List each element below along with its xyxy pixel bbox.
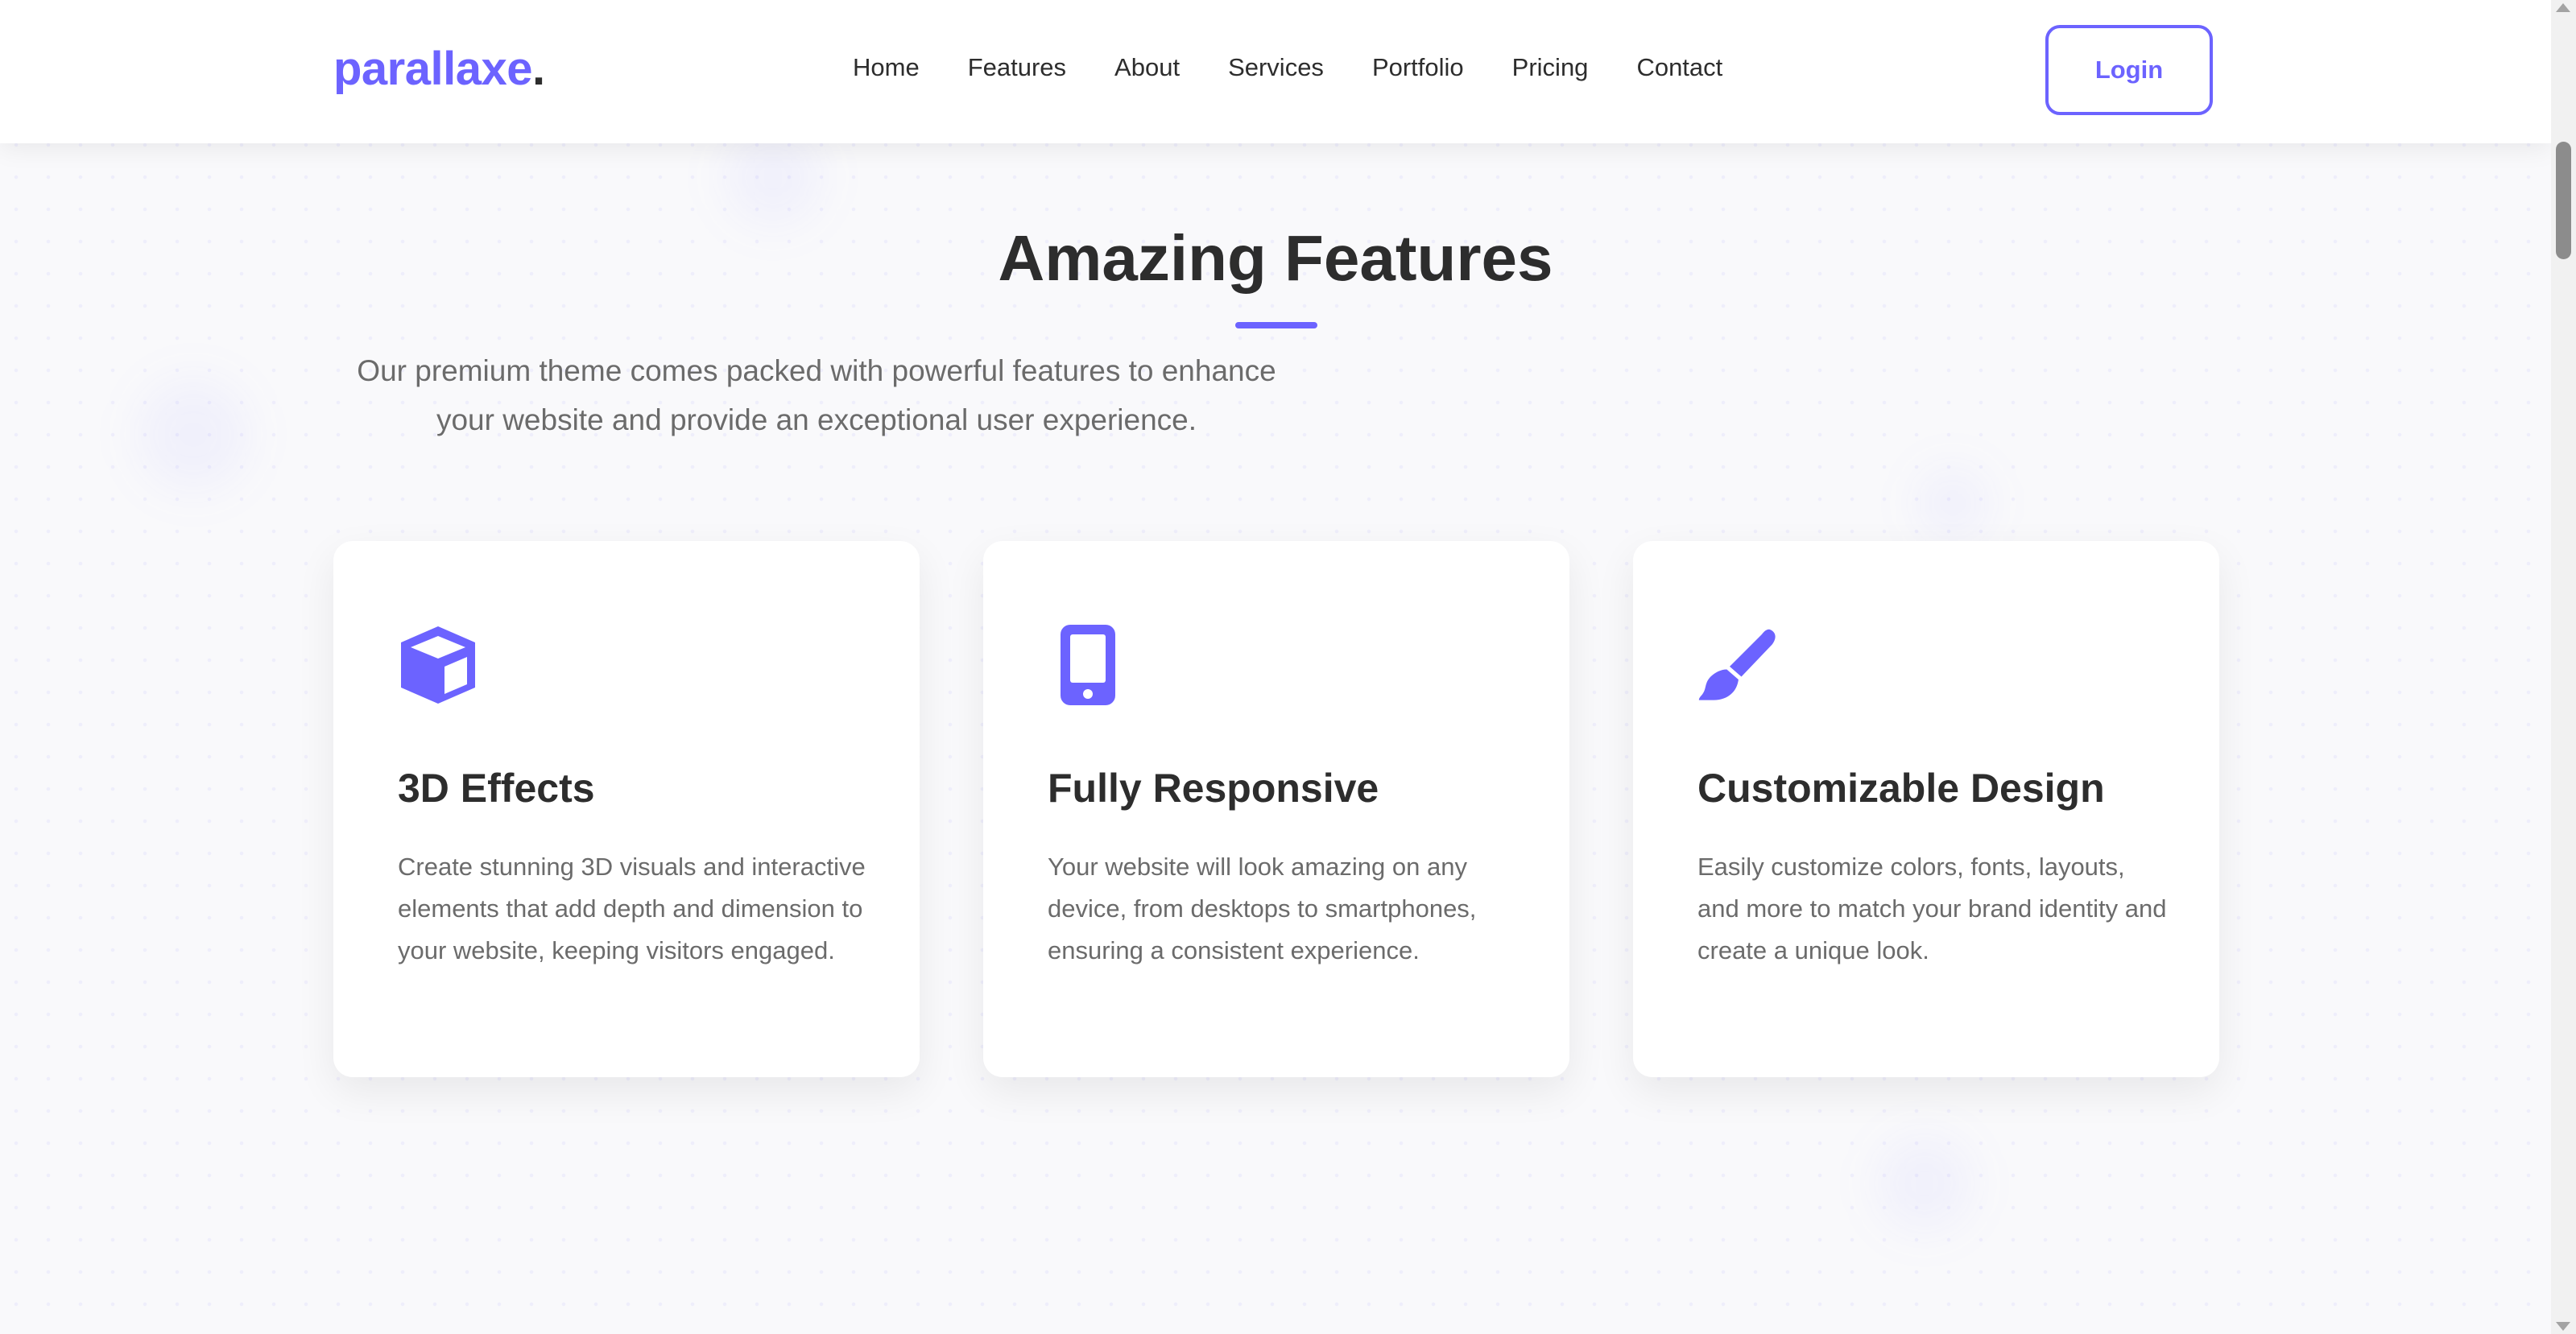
nav-link-contact[interactable]: Contact: [1636, 53, 1722, 82]
nav-link-pricing[interactable]: Pricing: [1512, 53, 1589, 82]
scroll-up-arrow-icon[interactable]: [2556, 3, 2570, 12]
page-scrollbar[interactable]: [2551, 0, 2576, 1334]
card-text-customizable: Easily customize colors, fonts, layouts,…: [1697, 853, 2167, 964]
nav-link-features[interactable]: Features: [968, 53, 1066, 82]
paint-brush-icon: [1697, 625, 1778, 705]
background-glow: [1916, 467, 1989, 539]
section-subtitle: Our premium theme comes packed with powe…: [325, 346, 1308, 444]
brand-dot: .: [532, 43, 545, 95]
brand-name: parallaxe: [333, 43, 533, 95]
main-nav: Home Features About Services Portfolio P…: [853, 53, 1771, 82]
subtitle-line-2: your website and provide an exceptional …: [436, 403, 1197, 436]
scroll-down-arrow-icon[interactable]: [2556, 1322, 2570, 1331]
card-title-3d-effects: 3D Effects: [398, 766, 595, 811]
card-title-responsive: Fully Responsive: [1048, 766, 1379, 811]
login-button[interactable]: Login: [2045, 25, 2213, 115]
subtitle-line-1: Our premium theme comes packed with powe…: [357, 354, 1276, 387]
background-glow: [137, 378, 250, 491]
card-text-3d-effects: Create stunning 3D visuals and interacti…: [398, 853, 866, 964]
cube-icon: [398, 625, 478, 705]
brand-logo[interactable]: parallaxe.: [333, 42, 545, 96]
section-title: Amazing Features: [998, 222, 1553, 294]
nav-link-portfolio[interactable]: Portfolio: [1372, 53, 1464, 82]
nav-link-home[interactable]: Home: [853, 53, 920, 82]
nav-link-services[interactable]: Services: [1228, 53, 1324, 82]
card-text-responsive: Your website will look amazing on any de…: [1048, 853, 1477, 964]
mobile-phone-icon: [1048, 625, 1128, 705]
scrollbar-thumb[interactable]: [2556, 142, 2571, 259]
top-navbar: parallaxe. Home Features About Services …: [0, 0, 2551, 143]
background-glow: [725, 129, 821, 225]
background-glow: [1876, 1135, 1973, 1232]
card-title-customizable: Customizable Design: [1697, 766, 2105, 811]
title-underline: [1235, 322, 1317, 328]
nav-link-about[interactable]: About: [1114, 53, 1180, 82]
